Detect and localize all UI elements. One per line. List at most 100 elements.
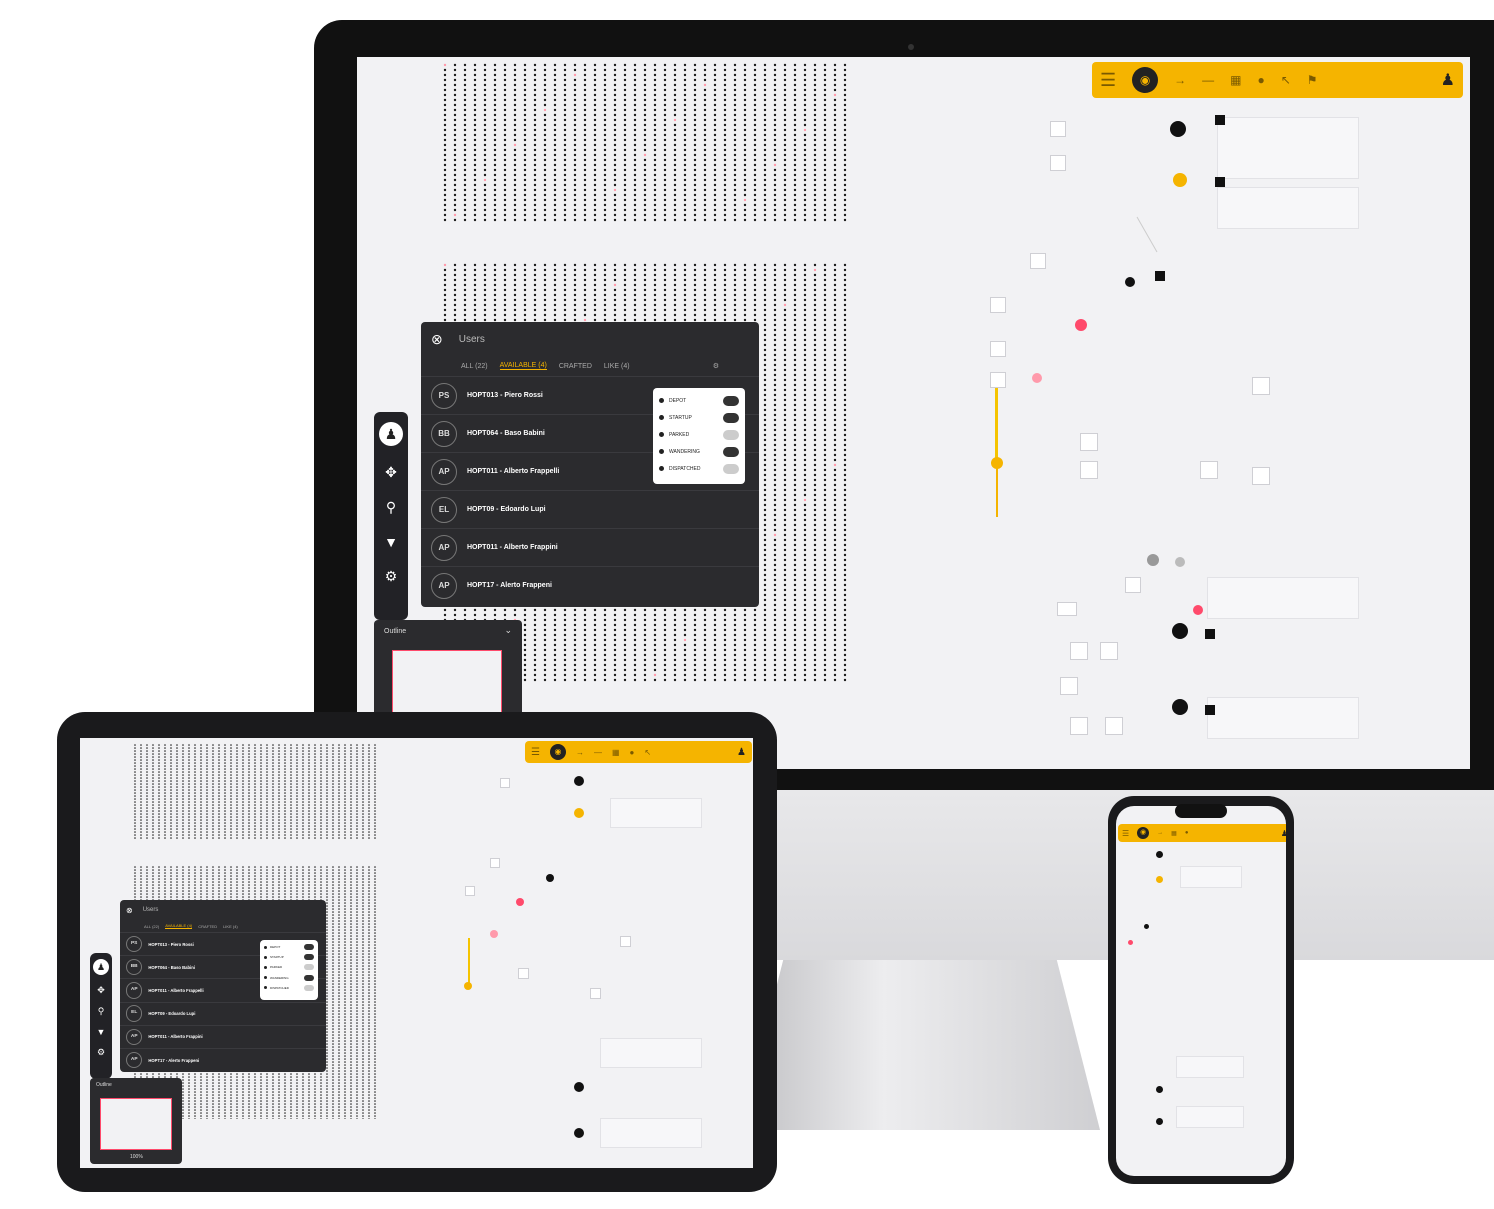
rack-slot [493, 98, 497, 102]
chevron-down-icon[interactable]: ⌄ [504, 625, 512, 636]
route-node[interactable] [1050, 155, 1066, 171]
rack-slot [463, 318, 467, 322]
alert-marker[interactable] [1193, 605, 1203, 615]
tab-available[interactable]: AVAILABLE (4) [499, 362, 547, 370]
move-icon[interactable]: ✥ [385, 464, 397, 481]
alert-marker[interactable] [1075, 319, 1087, 331]
toggle-switch[interactable] [723, 395, 739, 406]
rack-slot [683, 263, 687, 267]
arrow-icon[interactable]: → [1174, 73, 1186, 87]
flag-icon[interactable]: ⚑ [1307, 73, 1318, 87]
rack-slot [543, 148, 547, 152]
status-filter-item[interactable]: STARTUP [659, 409, 739, 426]
route-node[interactable] [990, 372, 1006, 388]
route-node[interactable] [1050, 121, 1066, 137]
toggle-switch[interactable] [723, 446, 739, 457]
route-node[interactable] [1060, 677, 1078, 695]
cursor-icon[interactable]: ↖ [1281, 73, 1291, 87]
robot-marker-idle[interactable] [1175, 557, 1185, 567]
rack-slot [713, 178, 717, 182]
close-icon[interactable]: ⊗ [431, 331, 443, 348]
route-node[interactable] [1125, 577, 1141, 593]
rack-slot [573, 198, 577, 202]
rack-slot [773, 523, 777, 527]
grid-icon[interactable]: ▦ [1230, 73, 1241, 87]
user-row[interactable]: AP HOPT17 - Alerto Frappeni [421, 566, 759, 604]
user-row[interactable]: AP HOPT011 - Alberto Frappini [421, 528, 759, 566]
robot-marker[interactable] [1172, 699, 1188, 715]
tab-crafted[interactable]: CRAFTED [559, 363, 592, 370]
alert-marker[interactable] [1032, 373, 1042, 383]
route-node[interactable] [1080, 461, 1098, 479]
tab-like[interactable]: LIKE (4) [604, 363, 630, 370]
route-node[interactable] [1100, 642, 1118, 660]
route-node[interactable] [1252, 377, 1270, 395]
rack-slot [513, 263, 517, 267]
rack-slot [653, 168, 657, 172]
rack-slot [563, 218, 567, 222]
user-icon[interactable]: ♟ [1441, 70, 1455, 90]
rack-slot [803, 673, 807, 677]
logo-icon[interactable]: ◉ [1132, 67, 1159, 93]
route-node[interactable] [1080, 433, 1098, 451]
rack-slot [703, 643, 707, 647]
rack-slot [523, 88, 527, 92]
filter-icon[interactable]: ⚙ [713, 362, 719, 370]
rack-slot [793, 618, 797, 622]
pin-icon[interactable]: ● [1257, 73, 1264, 87]
minus-icon[interactable]: — [1202, 73, 1214, 87]
status-filter-item[interactable]: WANDERING [659, 443, 739, 460]
robot-marker[interactable] [1170, 121, 1186, 137]
rack-slot [593, 278, 597, 282]
robot-marker[interactable] [1172, 623, 1188, 639]
rack-slot [783, 473, 787, 477]
rack-slot [453, 268, 457, 272]
rack-slot [513, 108, 517, 112]
rack-slot [843, 563, 847, 567]
route-node[interactable] [1070, 717, 1088, 735]
pin-icon[interactable]: ▼ [384, 534, 398, 550]
rack-slot [843, 73, 847, 77]
status-filter-item[interactable]: DISPATCHED [659, 460, 739, 477]
route-node[interactable] [990, 341, 1006, 357]
robot-marker[interactable] [1125, 277, 1135, 287]
rack-slot [743, 618, 747, 622]
route-node[interactable] [1057, 602, 1077, 616]
rack-slot [823, 668, 827, 672]
route-node[interactable] [1200, 461, 1218, 479]
rack-slot [823, 298, 827, 302]
rack-slot [773, 598, 777, 602]
toggle-switch[interactable] [723, 412, 739, 423]
search-icon[interactable]: ⚲ [386, 499, 396, 516]
robot-marker-idle[interactable] [1147, 554, 1159, 566]
user-row[interactable]: EL HOPT09 - Edoardo Lupi [421, 490, 759, 528]
toggle-switch[interactable] [723, 463, 739, 474]
rack-slot [493, 608, 497, 612]
route-node[interactable] [1070, 642, 1088, 660]
rack-slot [533, 318, 537, 322]
toggle-switch[interactable] [723, 429, 739, 440]
rack-slot [723, 283, 727, 287]
rack-slot [773, 293, 777, 297]
status-filter-item[interactable]: DEPOT [659, 392, 739, 409]
robot-marker-active[interactable] [991, 457, 1003, 469]
route-node[interactable] [1030, 253, 1046, 269]
rack-slot [503, 148, 507, 152]
rack-slot [803, 338, 807, 342]
route-node[interactable] [1252, 467, 1270, 485]
rack-slot [813, 578, 817, 582]
rack-slot [613, 63, 617, 67]
user-icon[interactable]: ♟ [379, 422, 403, 446]
rack-slot [723, 168, 727, 172]
rack-slot [513, 173, 517, 177]
route-node[interactable] [990, 297, 1006, 313]
menu-icon[interactable]: ☰ [1100, 70, 1116, 91]
robot-marker-active[interactable] [1173, 173, 1187, 187]
rack-slot [733, 313, 737, 317]
status-filter-item[interactable]: PARKED [659, 426, 739, 443]
rack-slot [763, 518, 767, 522]
settings-icon[interactable]: ⚙ [385, 568, 398, 585]
rack-slot [603, 78, 607, 82]
route-node[interactable] [1105, 717, 1123, 735]
tab-all[interactable]: ALL (22) [461, 363, 488, 370]
